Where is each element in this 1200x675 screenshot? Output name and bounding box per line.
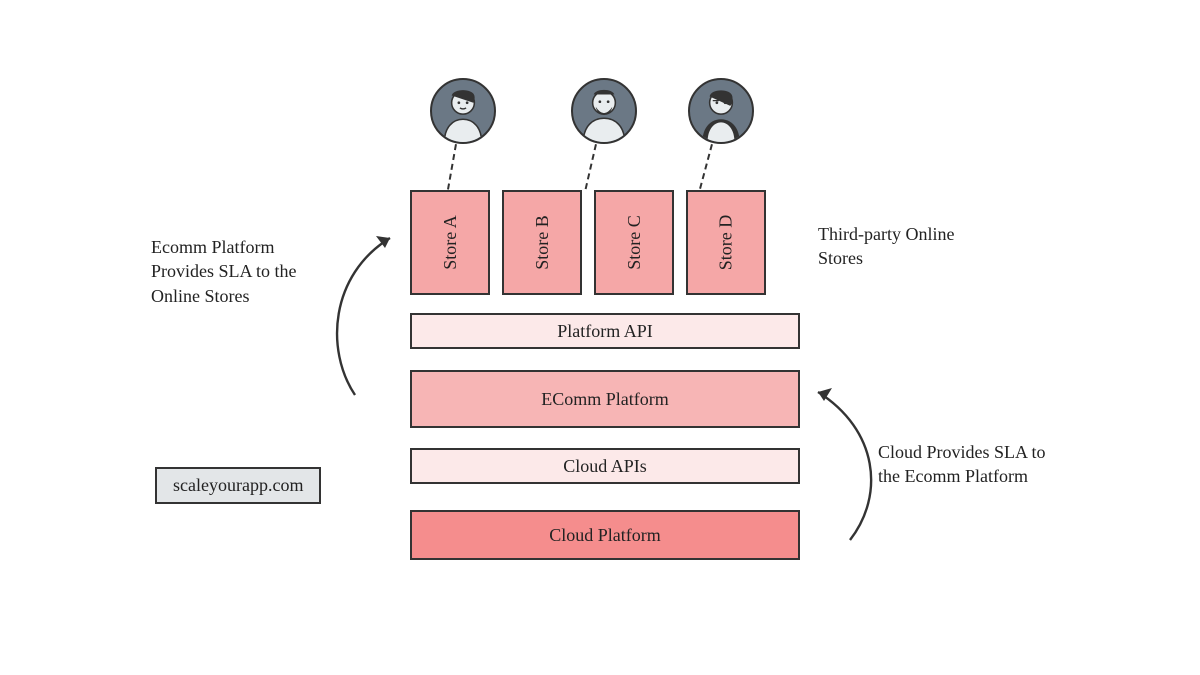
- store-b-label: Store B: [531, 215, 552, 270]
- cloud-apis-layer: Cloud APIs: [410, 448, 800, 484]
- third-party-stores-annotation: Third-party Online Stores: [818, 222, 968, 271]
- platform-api-layer: Platform API: [410, 313, 800, 349]
- ecomm-platform-label: EComm Platform: [541, 389, 669, 410]
- connector-dash-3: [699, 144, 713, 189]
- cloud-platform-layer: Cloud Platform: [410, 510, 800, 560]
- store-d-box: Store D: [686, 190, 766, 295]
- platform-api-label: Platform API: [557, 321, 653, 342]
- ecomm-platform-layer: EComm Platform: [410, 370, 800, 428]
- cloud-sla-annotation: Cloud Provides SLA to the Ecomm Platform: [878, 440, 1048, 489]
- diagram-canvas: Store A Store B Store C Store D Platform…: [0, 0, 1200, 675]
- ecomm-sla-annotation: Ecomm Platform Provides SLA to the Onlin…: [151, 235, 341, 308]
- store-b-box: Store B: [502, 190, 582, 295]
- arrow-left-icon: [320, 220, 415, 410]
- connector-dash-2: [585, 144, 597, 189]
- store-a-box: Store A: [410, 190, 490, 295]
- cloud-platform-label: Cloud Platform: [549, 525, 661, 546]
- user-avatar-2: [571, 78, 637, 144]
- connector-dash-1: [447, 144, 457, 190]
- store-c-label: Store C: [623, 215, 644, 270]
- arrow-right-icon: [800, 380, 890, 550]
- store-c-box: Store C: [594, 190, 674, 295]
- cloud-apis-label: Cloud APIs: [563, 456, 647, 477]
- store-a-label: Store A: [439, 215, 460, 270]
- user-avatar-3: [688, 78, 754, 144]
- store-d-label: Store D: [716, 215, 737, 271]
- user-avatar-1: [430, 78, 496, 144]
- brand-badge: scaleyourapp.com: [155, 467, 321, 504]
